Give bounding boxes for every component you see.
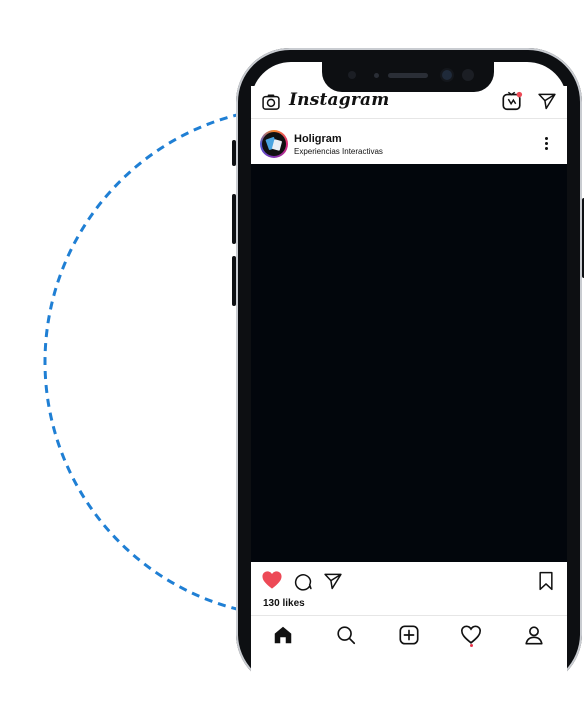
phone-volume-down-button [232,256,236,306]
activity-notification-dot [470,644,473,647]
earpiece-speaker [388,73,428,78]
proximity-sensor [374,73,379,78]
phone-notch [322,58,494,92]
more-options-icon[interactable] [541,136,551,152]
comment-icon[interactable] [293,571,313,591]
avatar-image [262,132,286,156]
phone-volume-up-button [232,194,236,244]
direct-send-icon[interactable] [537,91,557,111]
bookmark-icon[interactable] [537,571,555,591]
igtv-icon[interactable] [501,90,523,112]
home-icon[interactable] [272,624,294,646]
activity-heart-icon[interactable] [460,624,482,646]
front-sensor [348,71,356,79]
avatar[interactable] [260,130,288,158]
avatar-logo-shape [271,139,283,151]
front-camera [442,70,452,80]
like-heart-icon[interactable] [261,570,283,590]
add-post-icon[interactable] [398,624,420,646]
camera-icon[interactable] [261,92,281,112]
post-header: Holigram Experiencias Interactivas [251,124,567,164]
phone-side-button [232,140,236,166]
likes-count[interactable]: 130 likes [263,598,305,609]
instagram-logo: Instagram [289,90,390,110]
post-username[interactable]: Holigram [294,133,342,145]
post-actions [251,566,567,596]
share-icon[interactable] [323,571,343,591]
depth-sensor [462,69,474,81]
post-location[interactable]: Experiencias Interactivas [294,147,383,156]
profile-icon[interactable] [523,624,545,646]
post-media[interactable] [251,164,567,562]
search-icon[interactable] [335,624,357,646]
